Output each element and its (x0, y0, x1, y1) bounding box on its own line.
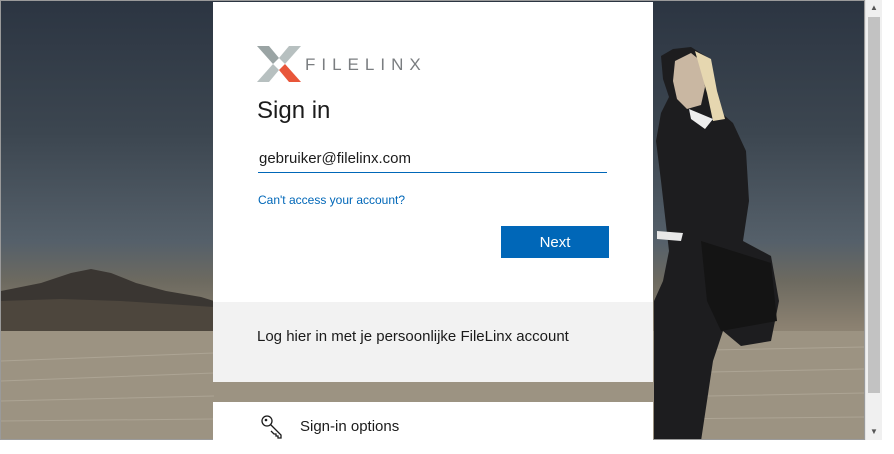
cant-access-account-link[interactable]: Can't access your account? (258, 193, 405, 207)
vertical-scrollbar[interactable]: ▲ ▼ (865, 0, 882, 440)
scroll-down-arrow-icon[interactable]: ▼ (866, 424, 882, 440)
key-icon (261, 415, 282, 439)
scroll-thumb[interactable] (868, 17, 880, 393)
brand-name: FILELINX (305, 55, 427, 74)
filelinx-logo-mark-icon (257, 46, 301, 82)
email-field[interactable] (258, 145, 607, 173)
scroll-up-arrow-icon[interactable]: ▲ (866, 0, 882, 16)
info-panel: Log hier in met je persoonlijke FileLinx… (213, 302, 653, 382)
info-text: Log hier in met je persoonlijke FileLinx… (257, 328, 569, 345)
signin-card: FILELINX Sign in Can't access your accou… (213, 2, 653, 302)
next-button[interactable]: Next (501, 226, 609, 258)
signin-options-label: Sign-in options (300, 418, 400, 435)
page-title: Sign in (257, 97, 331, 124)
filelinx-logo: FILELINX (257, 44, 457, 86)
signin-options-button[interactable]: Sign-in options (213, 402, 653, 442)
